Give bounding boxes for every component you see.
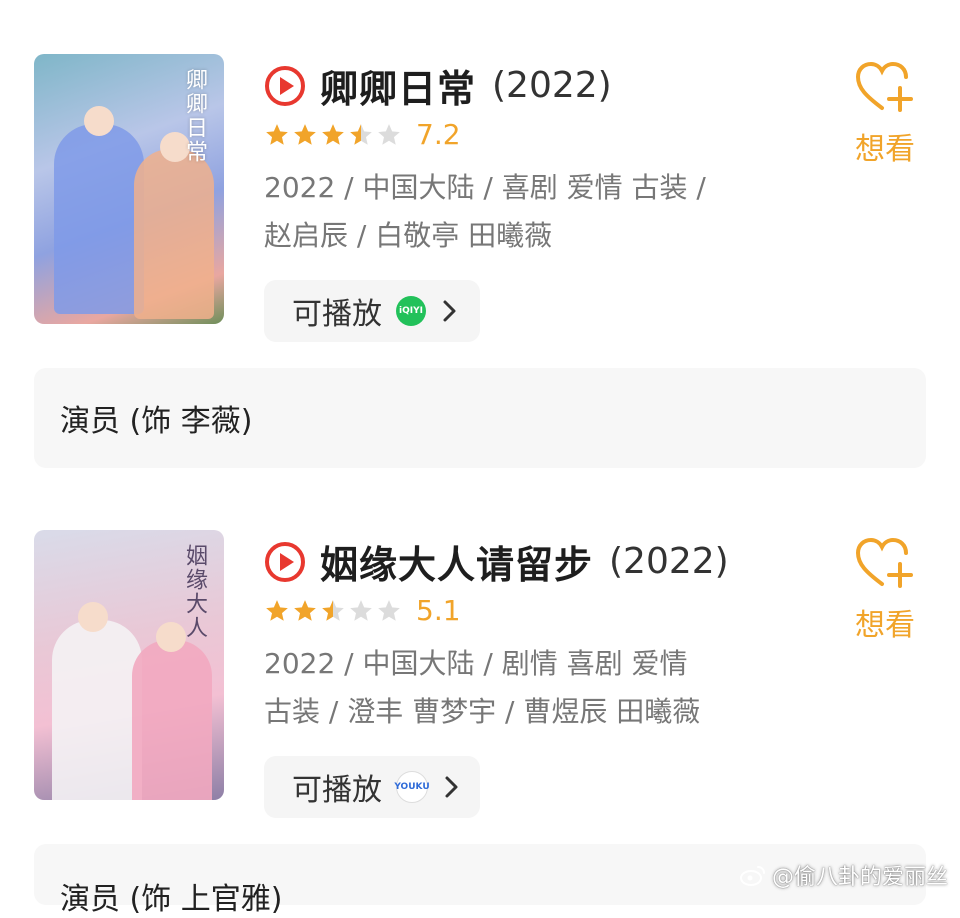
play-icon [265,65,305,106]
playable-button[interactable]: 可播放 YOUKU [264,756,480,818]
chevron-right-icon [445,776,458,798]
meta-line: 赵启辰 / 白敬亭 田曦薇 [264,219,553,252]
weibo-icon [739,866,765,886]
poster-image[interactable]: 姻缘大人 [34,530,224,800]
star-icon [294,599,316,621]
chevron-right-icon [443,300,456,322]
watermark: @偷八卦的爱丽丝 [739,859,948,891]
youku-icon: YOUKU [394,771,430,803]
movie-year: (2022) [492,65,612,106]
poster-title: 卿卿日常 [182,68,207,164]
movie-meta: 2022 / 中国大陆 / 喜剧 爱情 古装 / 赵启辰 / 白敬亭 田曦薇 [264,164,784,260]
movie-meta: 2022 / 中国大陆 / 剧情 喜剧 爱情 古装 / 澄丰 曹梦宇 / 曹煜辰… [264,640,784,736]
star-icon [266,123,288,145]
meta-line: 2022 / 中国大陆 / 喜剧 爱情 古装 / [264,171,706,204]
star-rating [264,122,402,148]
movie-title: 姻缘大人请留步 [320,543,594,587]
actor-role-text: 演员 (饰 上官雅) [60,882,283,917]
star-icon [378,599,400,621]
play-icon [265,541,305,582]
watermark-text: @偷八卦的爱丽丝 [771,865,948,890]
movie-year: (2022) [609,541,729,582]
actor-role-box[interactable]: 演员 (饰 李薇) [34,368,926,468]
meta-line: 古装 / 澄丰 曹梦宇 / 曹煜辰 田曦薇 [264,695,701,728]
title-row[interactable]: 卿卿日常 (2022) [264,58,612,113]
star-icon [350,599,372,621]
star-icon [294,123,316,145]
movie-title: 卿卿日常 [320,67,477,111]
poster-title: 姻缘大人 [182,544,207,640]
iqiyi-icon: iQIYI [396,296,426,326]
actor-role-text: 演员 (饰 李薇) [60,404,253,439]
playable-button[interactable]: 可播放 iQIYI [264,280,480,342]
playable-label: 可播放 [292,297,382,332]
poster-image[interactable]: 卿卿日常 [34,54,224,324]
want-to-watch-label: 想看 [855,132,915,167]
meta-line: 2022 / 中国大陆 / 剧情 喜剧 爱情 [264,647,688,680]
star-icon [322,123,344,145]
star-icon [378,123,400,145]
playable-label: 可播放 [292,773,382,808]
star-rating [264,598,402,624]
rating-score: 5.1 [416,594,461,627]
heart-plus-icon [855,537,913,588]
rating-row: 7.2 [264,118,461,151]
star-icon [350,123,372,145]
heart-plus-icon [855,61,913,112]
rating-score: 7.2 [416,118,461,151]
star-icon [266,599,288,621]
title-row[interactable]: 姻缘大人请留步 (2022) [264,534,729,589]
star-icon [322,599,344,621]
want-to-watch-button[interactable]: 想看 [850,60,920,168]
want-to-watch-label: 想看 [855,608,915,643]
want-to-watch-button[interactable]: 想看 [850,536,920,644]
rating-row: 5.1 [264,594,461,627]
